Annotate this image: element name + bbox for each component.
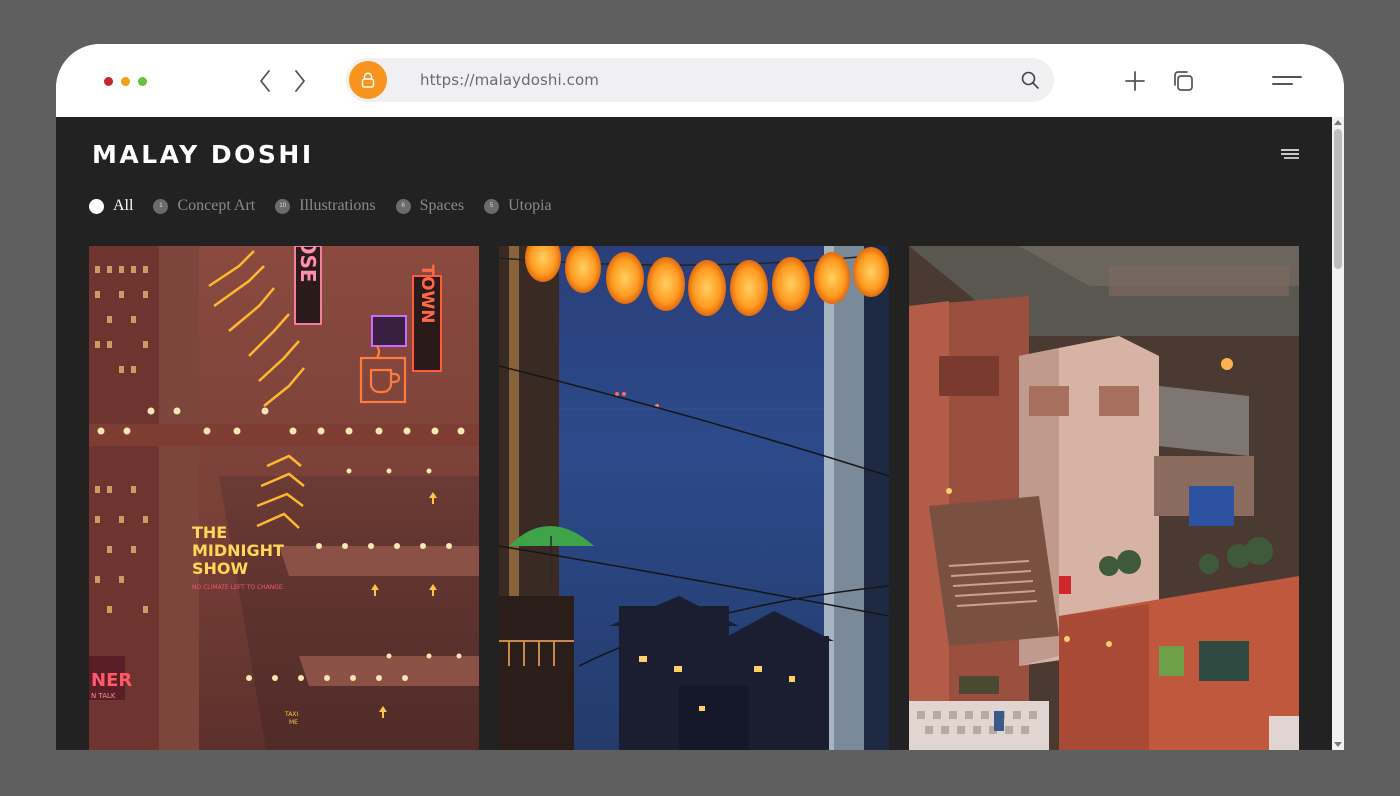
address-bar[interactable]: https://malaydoshi.com xyxy=(346,58,1054,102)
filter-label: Utopia xyxy=(508,197,552,214)
back-button[interactable] xyxy=(254,68,278,94)
close-window-button[interactable] xyxy=(104,77,113,86)
new-tab-button[interactable] xyxy=(1122,68,1148,94)
filter-count-badge: 1 xyxy=(153,198,169,214)
address-search-button[interactable] xyxy=(1020,70,1040,90)
road-marking-line-2: ME xyxy=(289,719,298,726)
menu-icon xyxy=(1272,76,1302,85)
tabs-overview-button[interactable] xyxy=(1170,68,1196,94)
browser-toolbar: https://malaydoshi.com xyxy=(56,44,1344,117)
active-filter-indicator xyxy=(89,198,104,214)
minimize-window-button[interactable] xyxy=(121,77,130,86)
page-viewport[interactable]: MALAY DOSHI All 1 Concept Art 10 Illustr… xyxy=(56,117,1344,750)
filter-label: Illustrations xyxy=(299,197,376,214)
filter-label: All xyxy=(113,197,134,214)
tabs-icon xyxy=(1174,71,1193,91)
vertical-neon-sign: OSE xyxy=(296,246,320,283)
page-scrollbar[interactable] xyxy=(1332,117,1344,750)
portfolio-card-lanterns-harbor[interactable] xyxy=(499,246,889,750)
scroll-down-arrow-icon[interactable] xyxy=(1334,742,1342,747)
url-text[interactable]: https://malaydoshi.com xyxy=(420,71,599,89)
left-neon-sign-line-2: N TALK xyxy=(91,692,116,700)
filter-count-badge: 10 xyxy=(275,198,291,214)
site-title[interactable]: MALAY DOSHI xyxy=(92,140,314,169)
chevron-right-icon xyxy=(295,70,305,92)
artwork-lanterns-harbor xyxy=(499,246,889,750)
maximize-window-button[interactable] xyxy=(138,77,147,86)
midnight-show-sign-line-2: MIDNIGHT xyxy=(192,541,284,560)
filter-label: Spaces xyxy=(419,197,465,214)
plus-icon xyxy=(1125,71,1145,91)
site-menu-button[interactable] xyxy=(1280,148,1300,162)
scrollbar-thumb[interactable] xyxy=(1334,129,1342,269)
lock-icon xyxy=(361,72,375,88)
scroll-up-arrow-icon[interactable] xyxy=(1334,120,1342,125)
site-security-button[interactable] xyxy=(349,61,387,99)
forward-button[interactable] xyxy=(288,68,312,94)
filter-count-badge: 5 xyxy=(484,198,500,214)
search-icon xyxy=(1021,71,1039,89)
town-neon-sign: TOWN xyxy=(417,264,437,323)
midnight-show-sign-line-3: SHOW xyxy=(192,559,249,578)
filter-spaces[interactable]: 6 Spaces xyxy=(395,197,465,215)
artwork-terracotta-rooftops xyxy=(909,246,1299,750)
hamburger-icon xyxy=(1281,149,1299,159)
browser-window: https://malaydoshi.com MALAY DOSHI All 1… xyxy=(56,44,1344,750)
filter-all[interactable]: All xyxy=(89,197,133,215)
filter-count-badge: 6 xyxy=(395,198,411,214)
left-neon-sign-line-1: NER xyxy=(91,670,132,691)
midnight-show-tagline: NO CLIMATE LEFT TO CHANGE xyxy=(192,584,283,591)
portfolio-card-terracotta-rooftops[interactable] xyxy=(909,246,1299,750)
filter-concept-art[interactable]: 1 Concept Art xyxy=(153,197,255,215)
chevron-left-icon xyxy=(260,70,270,92)
artwork-midnight-show: OSE TOWN THE MIDNIGHT SHOW NO CLIMATE LE… xyxy=(89,246,479,750)
midnight-show-sign-line-1: THE xyxy=(192,523,227,542)
portfolio-card-midnight-show[interactable]: OSE TOWN THE MIDNIGHT SHOW NO CLIMATE LE… xyxy=(89,246,479,750)
filter-illustrations[interactable]: 10 Illustrations xyxy=(275,197,376,215)
browser-menu-button[interactable] xyxy=(1272,68,1302,94)
category-filters: All 1 Concept Art 10 Illustrations 6 Spa… xyxy=(89,195,572,217)
filter-label: Concept Art xyxy=(177,197,256,214)
filter-utopia[interactable]: 5 Utopia xyxy=(484,197,552,215)
road-marking-line-1: TAXI xyxy=(284,711,298,718)
